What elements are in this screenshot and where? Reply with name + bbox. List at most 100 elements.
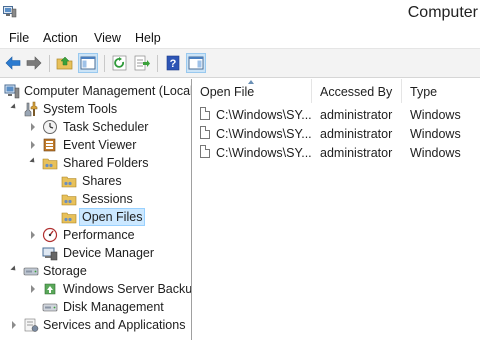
export-list-icon [134, 55, 150, 71]
type-cell: Windows [410, 127, 461, 141]
column-header-label: Type [410, 85, 438, 99]
tree-item-label: Computer Management (Local [24, 84, 192, 98]
help-icon: ? [166, 55, 180, 71]
open-file-cell: C:\Windows\SY... [216, 127, 312, 141]
forward-button[interactable] [24, 53, 44, 73]
forward-arrow-icon [26, 56, 42, 70]
device-manager-icon [42, 247, 58, 261]
file-icon [200, 107, 210, 120]
back-button[interactable] [3, 53, 23, 73]
menu-action[interactable]: Action [43, 31, 78, 45]
tree-item-shared-folders[interactable]: Shared Folders [0, 154, 191, 172]
refresh-button[interactable] [110, 53, 130, 73]
tree-item-sessions[interactable]: Sessions [0, 190, 191, 208]
disk-icon [42, 303, 58, 312]
tree-item-label: Sessions [82, 192, 133, 206]
shared-folder-icon [61, 176, 77, 188]
type-cell: Windows [410, 146, 461, 160]
expand-arrow-icon[interactable] [29, 157, 37, 165]
expand-arrow-icon[interactable] [31, 123, 35, 131]
tree-item-label: System Tools [43, 102, 118, 116]
event-viewer-icon [43, 138, 56, 152]
tree-item-task-scheduler[interactable]: Task Scheduler [0, 118, 191, 136]
services-icon [24, 318, 39, 332]
list-item[interactable]: C:\Windows\SY... administrator Windows [192, 143, 480, 162]
accessed-by-cell: administrator [320, 127, 393, 141]
shared-folder-icon [61, 194, 77, 206]
console-tree: Computer Management (Local System Tools … [0, 79, 192, 340]
refresh-icon [112, 55, 127, 71]
svg-text:?: ? [170, 58, 177, 70]
tree-item-shares[interactable]: Shares [0, 172, 191, 190]
menu-view[interactable]: View [94, 31, 121, 45]
toolbar-separator [157, 55, 158, 72]
column-header-open-file[interactable]: Open File [192, 79, 312, 103]
expand-arrow-icon[interactable] [31, 285, 35, 293]
show-action-pane-button[interactable] [186, 53, 206, 73]
performance-icon [42, 227, 58, 243]
tree-item-label: Services and Applications [43, 318, 186, 332]
menu-help[interactable]: Help [135, 31, 161, 45]
tree-item-label: Storage [43, 264, 87, 278]
tree-item-open-files[interactable]: Open Files [0, 208, 191, 226]
show-hide-console-tree-button[interactable] [78, 53, 98, 73]
tree-item-disk-management[interactable]: Disk Management [0, 298, 191, 316]
open-files-list: Open File Accessed By Type C:\Windows\SY… [192, 79, 480, 340]
expand-arrow-icon[interactable] [12, 321, 16, 329]
tree-item-label: Shared Folders [63, 156, 149, 170]
back-arrow-icon [5, 56, 21, 70]
up-one-level-button[interactable] [55, 53, 75, 73]
window-title: Computer [407, 4, 478, 21]
menu-bar: File Action View Help [0, 28, 480, 48]
show-hide-console-tree-icon [80, 56, 96, 70]
tree-item-performance[interactable]: Performance [0, 226, 191, 244]
list-item[interactable]: C:\Windows\SY... administrator Windows [192, 105, 480, 124]
list-item[interactable]: C:\Windows\SY... administrator Windows [192, 124, 480, 143]
help-button[interactable]: ? [163, 53, 183, 73]
clock-icon [43, 120, 57, 134]
menu-file[interactable]: File [9, 31, 29, 45]
expand-arrow-icon[interactable] [10, 103, 18, 111]
expand-arrow-icon[interactable] [31, 141, 35, 149]
toolbar: ? [0, 48, 480, 78]
tree-item-windows-server-backup[interactable]: Windows Server Backup [0, 280, 191, 298]
open-file-cell: C:\Windows\SY... [216, 108, 312, 122]
up-folder-icon [56, 56, 73, 70]
tree-item-computer-management[interactable]: Computer Management (Local [0, 82, 191, 100]
shared-folder-icon [61, 212, 77, 224]
accessed-by-cell: administrator [320, 108, 393, 122]
column-header-label: Open File [200, 85, 255, 99]
tree-item-system-tools[interactable]: System Tools [0, 100, 191, 118]
expand-arrow-icon[interactable] [31, 231, 35, 239]
type-cell: Windows [410, 108, 461, 122]
accessed-by-cell: administrator [320, 146, 393, 160]
tree-item-label: Task Scheduler [63, 120, 149, 134]
tree-item-services-and-applications[interactable]: Services and Applications [0, 316, 191, 334]
column-header-type[interactable]: Type [402, 79, 480, 103]
computer-management-icon [4, 84, 20, 99]
tree-item-label: Performance [63, 228, 135, 242]
file-icon [200, 126, 210, 139]
tree-item-label: Device Manager [63, 246, 155, 260]
toolbar-separator [104, 55, 105, 72]
tree-item-storage[interactable]: Storage [0, 262, 191, 280]
tree-item-label: Event Viewer [63, 138, 137, 152]
file-icon [200, 145, 210, 158]
sort-ascending-icon [248, 80, 254, 84]
title-bar: Computer [0, 0, 480, 28]
tree-item-event-viewer[interactable]: Event Viewer [0, 136, 191, 154]
tree-item-device-manager[interactable]: Device Manager [0, 244, 191, 262]
column-header-label: Accessed By [320, 85, 393, 99]
tree-item-label: Open Files [79, 208, 146, 226]
show-action-pane-icon [188, 56, 204, 70]
backup-icon [44, 283, 56, 295]
tree-item-label: Shares [82, 174, 122, 188]
storage-icon [23, 267, 39, 276]
open-file-cell: C:\Windows\SY... [216, 146, 312, 160]
tree-item-label: Disk Management [63, 300, 164, 314]
computer-management-app-icon [3, 6, 17, 18]
toolbar-separator [49, 55, 50, 72]
column-header-accessed-by[interactable]: Accessed By [312, 79, 402, 103]
export-list-button[interactable] [132, 53, 152, 73]
expand-arrow-icon[interactable] [10, 265, 18, 273]
